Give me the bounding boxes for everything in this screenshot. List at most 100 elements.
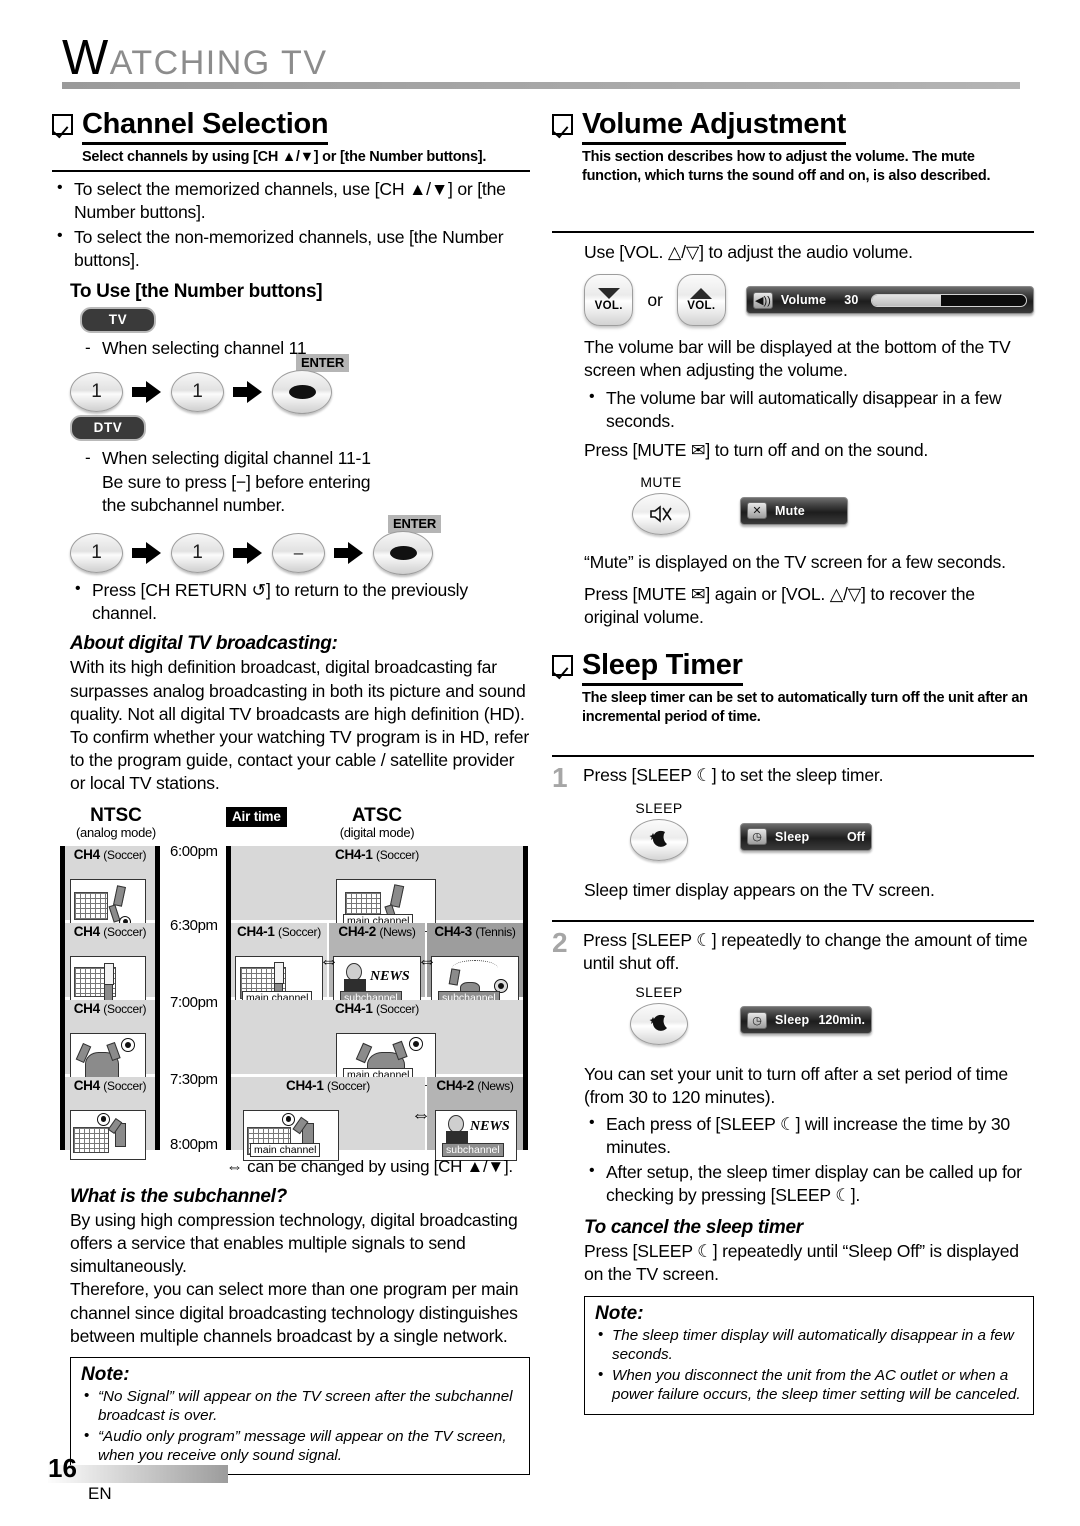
volume-bar[interactable] [870, 293, 1027, 307]
ch: CH4-2 [338, 923, 376, 939]
clock-icon: ◷ [747, 1011, 767, 1029]
swap-arrow-icon: ⇔ [411, 1103, 431, 1126]
ntsc-ch-label: CH4 (Soccer) [65, 923, 155, 939]
arrow-right-icon [334, 541, 364, 564]
divider [52, 170, 530, 173]
divider [552, 920, 1034, 923]
swap-arrow-icon: ⇔ [319, 949, 339, 972]
number-key-1[interactable]: 1 [70, 372, 123, 413]
sleep-button[interactable] [630, 1002, 688, 1045]
step-2-text: Press [SLEEP ☾] repeatedly to change the… [583, 930, 1028, 974]
cancel-sleep-body: Press [SLEEP ☾] repeatedly until “Sleep … [584, 1241, 1019, 1285]
atsc-slot: CH4-3 (Tennis) subchannel [427, 922, 523, 1009]
dash-list-2: When selecting digital channel 11-1 Be s… [80, 447, 530, 517]
page-title-initial: W [62, 31, 110, 85]
atsc-slot: CH4-1 (Soccer) main channel [231, 1076, 425, 1161]
step-number-1: 1 [552, 762, 568, 794]
dash-key[interactable]: – [272, 532, 325, 573]
enter-key[interactable] [373, 530, 433, 575]
badge-dtv: DTV [70, 415, 146, 442]
prog: (Soccer) [376, 1001, 419, 1016]
ntsc-title: NTSC [90, 804, 142, 826]
step-2-body: You can set your unit to turn off after … [584, 1063, 1008, 1107]
list-item: Each press of [SLEEP ☾] will increase th… [584, 1112, 1034, 1159]
volume-bullet-1: The volume bar will automatically disapp… [606, 387, 1002, 431]
volume-up-button[interactable]: VOL. [676, 274, 726, 327]
about-digital-body: With its high definition broadcast, digi… [70, 657, 529, 794]
sleep-osd-1-name: Sleep [775, 829, 810, 844]
ch-return-text: Press [CH RETURN ↺] to return to the pre… [92, 579, 468, 624]
right-column: Volume Adjustment This section describes… [552, 108, 1034, 1415]
sleep-key-caption: SLEEP [635, 800, 683, 817]
sleep-bullet-1: Each press of [SLEEP ☾] will increase th… [606, 1114, 1010, 1158]
badge-tv: TV [80, 307, 156, 334]
prog: (Soccer) [103, 1078, 147, 1093]
key-sequence-2: ENTER 1 1 – [70, 514, 530, 575]
time-label: 7:00pm [170, 993, 218, 1011]
prog: (Soccer) [376, 847, 419, 862]
time-label: 6:00pm [170, 842, 218, 860]
subchannel-heading: What is the subchannel? [70, 1185, 287, 1207]
ch: CH4 [73, 1000, 100, 1016]
atsc-sub: (digital mode) [339, 824, 415, 840]
dash2-line2: Be sure to press [−] before entering [102, 471, 371, 492]
atsc-title: ATSC [351, 804, 403, 826]
ntsc-slot: CH4 (Soccer) [65, 922, 155, 1008]
speaker-icon: ◀)) [753, 291, 773, 309]
number-key-1b[interactable]: 1 [171, 532, 224, 573]
note-text-1: The sleep timer display will automatical… [612, 1327, 1014, 1364]
enter-key[interactable] [272, 370, 332, 415]
ch: CH4-1 [237, 923, 275, 939]
news-word: NEWS [370, 968, 410, 984]
list-item: When selecting digital channel 11-1 Be s… [80, 447, 530, 517]
sleep-timer-title: Sleep Timer [582, 649, 743, 687]
note-list: The sleep timer display will automatical… [595, 1326, 1023, 1404]
ch: CH4 [73, 846, 100, 862]
volume-bar-fill [871, 294, 942, 306]
step-number-2: 2 [552, 927, 568, 959]
note-title: Note: [595, 1303, 644, 1325]
prog: (News) [379, 924, 416, 939]
atsc-slot: CH4-1 (Soccer) main channel [231, 999, 523, 1086]
mute-button[interactable] [632, 493, 690, 536]
to-use-number-buttons-heading: To Use [the Number buttons] [70, 281, 323, 303]
sleep-key-caption: SLEEP [635, 983, 683, 1000]
volume-bullets: The volume bar will automatically disapp… [584, 386, 1034, 433]
atsc-slot: CH4-1 (Soccer) main channel [231, 922, 327, 1009]
arrow-right-icon [233, 541, 263, 564]
list-item: After setup, the sleep timer display can… [584, 1160, 1034, 1207]
sleep-osd-1: ◷ Sleep Off [740, 822, 872, 851]
bullet-text-2: To select the non-memorized channels, us… [74, 226, 504, 270]
volume-osd-name: Volume [780, 293, 827, 308]
ch: CH4-1 [286, 1077, 324, 1093]
page-title: WATCHING TV [62, 34, 1022, 83]
step-1-after: Sleep timer display appears on the TV sc… [584, 880, 935, 901]
volume-use-line: Use [VOL. △/▽] to adjust the audio volum… [584, 242, 913, 263]
page-footer: 16 EN [40, 1453, 270, 1504]
ntsc-ch-label: CH4 (Soccer) [65, 846, 155, 862]
moon-star-icon [649, 830, 667, 847]
list-item: “No Signal” will appear on the TV screen… [81, 1387, 519, 1426]
about-digital-heading: About digital TV broadcasting: [70, 633, 338, 655]
number-key-1b[interactable]: 1 [171, 372, 224, 413]
volume-adjustment-subtitle: This section describes how to adjust the… [582, 149, 991, 185]
list-item: The volume bar will automatically disapp… [584, 386, 1034, 433]
ntsc-ch-label: CH4 (Soccer) [65, 1000, 155, 1016]
triangle-up-icon [690, 288, 713, 300]
sleep-osd-1-value: Off [846, 829, 865, 844]
key-sequence-1: ENTER 1 1 [70, 354, 530, 415]
sleep-bullets: Each press of [SLEEP ☾] will increase th… [584, 1112, 1034, 1207]
enter-dot-icon [288, 385, 316, 400]
volume-down-button[interactable]: VOL. [584, 274, 634, 327]
triangle-down-icon [597, 288, 620, 300]
ntsc-column: CH4 (Soccer) CH4 (Soccer) CH4 (Soccer) C… [60, 845, 160, 1160]
dash-text-1: When selecting channel 11 [102, 338, 307, 359]
ntsc-slot: CH4 (Soccer) [65, 845, 155, 931]
list-item: The sleep timer display will automatical… [595, 1326, 1023, 1365]
time-label: 6:30pm [170, 916, 218, 934]
atsc-ch-label: CH4-1 (Soccer) [231, 1000, 523, 1016]
sleep-button[interactable] [630, 819, 688, 862]
atsc-ch-label: CH4-2 (News) [329, 923, 425, 939]
number-key-1[interactable]: 1 [70, 532, 123, 573]
checkbox-icon [552, 114, 573, 135]
